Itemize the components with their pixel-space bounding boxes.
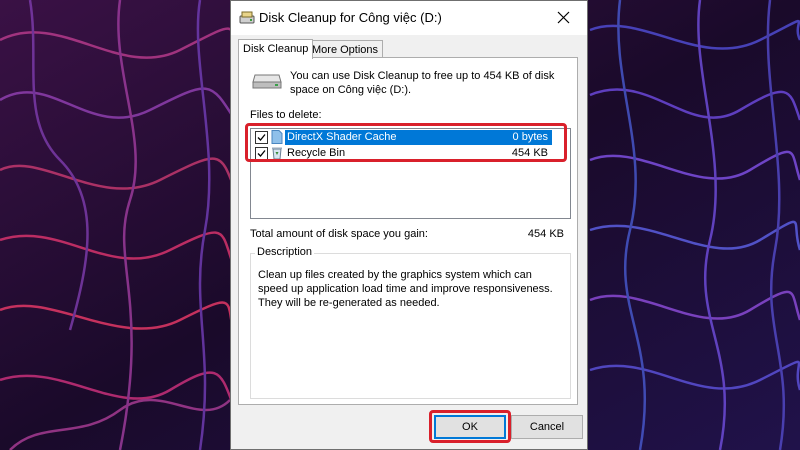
description-text: Clean up files created by the graphics s…: [258, 269, 553, 309]
title-bar[interactable]: Disk Cleanup for Công việc (D:): [231, 1, 587, 35]
close-icon: [557, 11, 570, 24]
cancel-button[interactable]: Cancel: [511, 415, 583, 439]
drive-icon: [252, 74, 282, 89]
files-highlight-annotation: [245, 123, 567, 162]
tab-disk-cleanup[interactable]: Disk Cleanup: [238, 39, 314, 59]
total-space-label: Total amount of disk space you gain:: [250, 228, 428, 240]
description-legend: Description: [255, 246, 315, 258]
tab-panel: You can use Disk Cleanup to free up to 4…: [238, 57, 578, 405]
close-button[interactable]: [541, 1, 587, 35]
intro-text: You can use Disk Cleanup to free up to 4…: [290, 70, 555, 96]
disk-cleanup-dialog: Disk Cleanup for Công việc (D:) Disk Cle…: [230, 0, 588, 450]
total-space-value: 454 KB: [527, 228, 564, 240]
files-to-delete-label: Files to delete:: [250, 109, 322, 121]
ok-highlight-annotation: [429, 410, 511, 443]
disk-cleanup-icon: [239, 11, 255, 24]
tab-more-options[interactable]: More Options: [307, 40, 384, 58]
window-title: Disk Cleanup for Công việc (D:): [259, 10, 442, 25]
description-group: Description Clean up files created by th…: [250, 246, 571, 399]
